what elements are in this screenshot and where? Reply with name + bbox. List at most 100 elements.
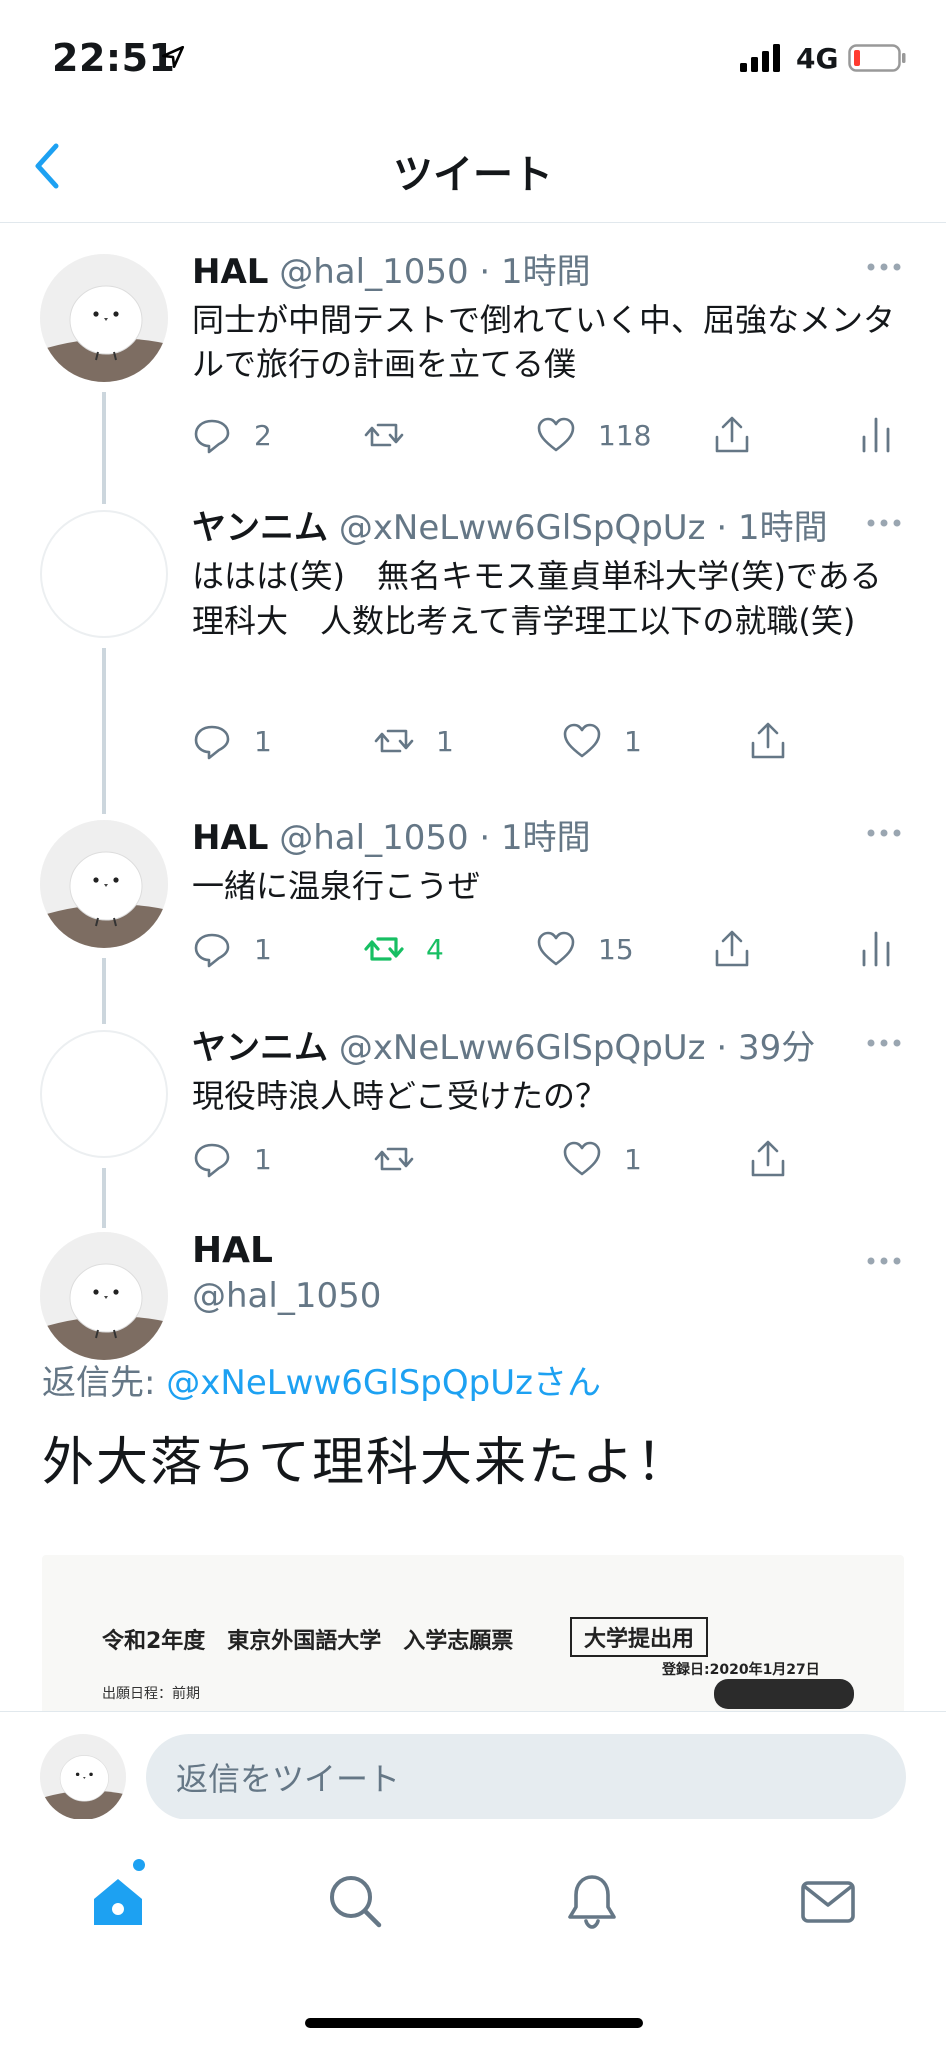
- tweet-text: 現役時浪人時どこ受けたの？: [192, 1077, 608, 1115]
- tab-home[interactable]: [88, 1871, 148, 1931]
- tweet[interactable]: HAL @hal_1050 · 1時間 同士が中間テストで倒れていく中、屈強なメ…: [0, 224, 946, 504]
- focused-tweet[interactable]: HAL @hal_1050 返信先: @xNeLww6GlSpQpUzさん 外大…: [0, 1210, 946, 1711]
- home-icon: [94, 1879, 142, 1925]
- author-name[interactable]: HAL: [192, 818, 268, 858]
- tweet-time: · 1時間: [479, 818, 591, 858]
- reply-button[interactable]: 1: [192, 924, 272, 974]
- reply-icon: [194, 419, 230, 454]
- cellular-signal-icon: [740, 44, 780, 72]
- like-count: 1: [624, 724, 642, 758]
- author-handle[interactable]: @xNeLww6GlSpQpUz: [339, 508, 706, 548]
- bird-avatar-icon: [40, 1232, 168, 1360]
- bird-avatar-icon: [40, 820, 168, 948]
- reply-count: 2: [254, 418, 272, 452]
- share-icon: [715, 416, 749, 453]
- reply-prefix: 返信先:: [42, 1363, 167, 1403]
- tweet[interactable]: ヤンニム @xNeLww6GlSpQpUz · 1時間 ははは(笑) 無名キモス…: [0, 480, 946, 792]
- more-dots-icon[interactable]: [866, 828, 902, 838]
- reply-icon: [194, 725, 230, 760]
- reply-count: 1: [254, 1142, 272, 1176]
- author-name[interactable]: ヤンニム: [192, 1028, 328, 1068]
- heart-icon: [563, 723, 601, 758]
- author-name[interactable]: HAL: [192, 252, 268, 292]
- more-dots-icon[interactable]: [866, 1038, 902, 1048]
- image-title-text: 令和2年度 東京外国語大学 入学志願票: [102, 1629, 514, 1654]
- avatar[interactable]: [40, 1232, 168, 1360]
- tab-notifications[interactable]: [562, 1871, 622, 1931]
- thread-line: [102, 648, 106, 792]
- reply-count: 1: [254, 724, 272, 758]
- status-time: 22:51: [52, 36, 176, 80]
- author-handle[interactable]: @hal_1050: [192, 1276, 381, 1316]
- tweet-header: HAL @hal_1050 · 1時間: [192, 810, 591, 859]
- tab-search[interactable]: [325, 1871, 385, 1931]
- author-handle[interactable]: @xNeLww6GlSpQpUz: [339, 1028, 706, 1068]
- tweet-time: · 1時間: [479, 252, 591, 292]
- like-button[interactable]: 15: [536, 924, 634, 974]
- like-count: 1: [624, 1142, 642, 1176]
- attached-image[interactable]: 令和2年度 東京外国語大学 入学志願票 大学提出用 登録日:2020年1月27日…: [42, 1555, 904, 1711]
- tweet-actions: 1 4 15: [192, 924, 904, 974]
- thread-line: [102, 958, 106, 1000]
- my-avatar[interactable]: [40, 1734, 126, 1820]
- share-button[interactable]: [748, 716, 788, 766]
- reply-icon: [194, 933, 230, 968]
- reply-target-link[interactable]: @xNeLww6GlSpQpUzさん: [166, 1363, 601, 1403]
- tweet-text: 外大落ちて理科大来たよ！: [42, 1433, 691, 1493]
- analytics-button[interactable]: [856, 410, 896, 460]
- tweet-time: · 39分: [716, 1028, 816, 1068]
- tweet-header: ヤンニム @xNeLww6GlSpQpUz · 39分: [192, 1020, 815, 1069]
- tweet-header: ヤンニム @xNeLww6GlSpQpUz · 1時間: [192, 500, 828, 549]
- tweet-actions: 1 1 1: [192, 716, 904, 766]
- author-name[interactable]: HAL: [192, 1230, 273, 1271]
- tweet[interactable]: ヤンニム @xNeLww6GlSpQpUz · 39分 現役時浪人時どこ受けたの…: [0, 1000, 946, 1228]
- reply-button[interactable]: 1: [192, 716, 272, 766]
- tab-messages[interactable]: [798, 1871, 858, 1931]
- share-button[interactable]: [712, 410, 752, 460]
- more-dots-icon[interactable]: [866, 262, 902, 272]
- retweet-button[interactable]: [364, 410, 426, 460]
- reply-context: 返信先: @xNeLww6GlSpQpUzさん: [42, 1355, 601, 1404]
- retweet-button[interactable]: 4: [364, 924, 444, 974]
- battery-icon: [848, 44, 906, 72]
- author-handle[interactable]: @hal_1050: [279, 818, 468, 858]
- thread-line: [102, 480, 106, 504]
- avatar[interactable]: [40, 820, 168, 948]
- page-title: ツイート: [393, 152, 553, 198]
- retweet-icon: [374, 729, 414, 753]
- heart-icon: [537, 417, 575, 452]
- avatar[interactable]: [40, 510, 168, 638]
- like-button[interactable]: 1: [562, 716, 642, 766]
- share-button[interactable]: [748, 1134, 788, 1184]
- avatar[interactable]: [40, 254, 168, 382]
- tweet-time: · 1時間: [716, 508, 828, 548]
- avatar[interactable]: [40, 1030, 168, 1158]
- share-button[interactable]: [712, 924, 752, 974]
- author-handle[interactable]: @hal_1050: [279, 252, 468, 292]
- reply-icon: [194, 1143, 230, 1178]
- retweet-icon: [374, 1147, 414, 1171]
- reply-input[interactable]: 返信をツイート: [146, 1734, 906, 1820]
- like-button[interactable]: 1: [562, 1134, 642, 1184]
- share-icon: [715, 930, 749, 967]
- more-dots-icon[interactable]: [866, 1256, 902, 1266]
- retweet-button[interactable]: 1: [374, 716, 454, 766]
- reply-button[interactable]: 2: [192, 410, 272, 460]
- share-icon: [751, 1140, 785, 1177]
- author-name[interactable]: ヤンニム: [192, 508, 328, 548]
- nav-bar: ツイート: [0, 110, 946, 223]
- tweet-text: ははは(笑) 無名キモス童貞単科大学(笑)である理科大 人数比考えて青学理工以下…: [192, 557, 882, 640]
- reply-button[interactable]: 1: [192, 1134, 272, 1184]
- more-dots-icon[interactable]: [866, 518, 902, 528]
- tweet-actions: 1 1: [192, 1134, 904, 1184]
- reply-composer: 返信をツイート: [0, 1711, 946, 1820]
- like-button[interactable]: 118: [536, 410, 651, 460]
- location-arrow-icon: [161, 45, 185, 69]
- tweet-thread[interactable]: HAL @hal_1050 · 1時間 同士が中間テストで倒れていく中、屈強なメ…: [0, 224, 946, 1711]
- status-bar: 22:51 4G: [0, 0, 946, 110]
- like-count: 118: [598, 418, 652, 452]
- home-unread-dot: [133, 1859, 145, 1871]
- tweet[interactable]: HAL @hal_1050 · 1時間 一緒に温泉行こうぜ 1 4 15: [0, 790, 946, 1000]
- retweet-button[interactable]: [374, 1134, 436, 1184]
- analytics-button[interactable]: [856, 924, 896, 974]
